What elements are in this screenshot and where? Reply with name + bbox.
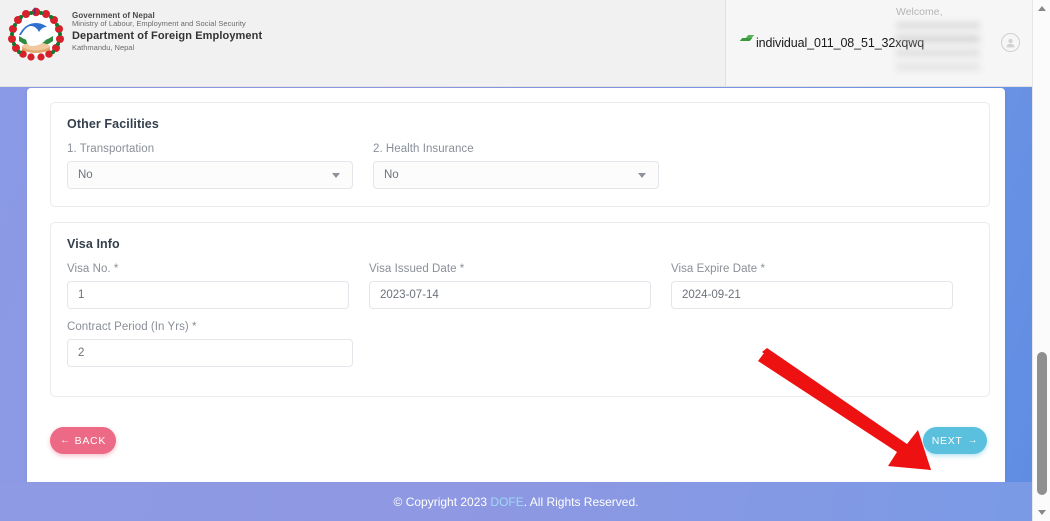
field-contract-period: Contract Period (In Yrs) * 2 — [67, 321, 353, 367]
visa-info-panel: Visa Info Visa No. * 1 Visa Issued Date … — [50, 222, 990, 397]
welcome-block: Welcome, — [896, 6, 988, 76]
field-transportation: 1. Transportation No — [67, 143, 353, 189]
scroll-down-arrow-icon[interactable] — [1033, 504, 1050, 521]
visa-field-row-2: Contract Period (In Yrs) * 2 — [51, 309, 989, 367]
chevron-down-icon — [638, 172, 646, 178]
label-health-insurance: 2. Health Insurance — [373, 143, 474, 155]
back-button[interactable]: ← BACK — [50, 427, 116, 454]
field-visa-no: Visa No. * 1 — [67, 263, 349, 309]
next-button-label: NEXT — [931, 434, 963, 447]
brand-block: Government of Nepal Ministry of Labour, … — [0, 0, 262, 86]
brand-line-ministry: Ministry of Labour, Employment and Socia… — [72, 19, 246, 29]
select-health-insurance-value: No — [384, 169, 399, 181]
user-circle-icon[interactable] — [1001, 33, 1020, 52]
form-action-row: ← BACK NEXT → — [27, 418, 1005, 478]
visa-field-row-1: Visa No. * 1 Visa Issued Date * 2023-07-… — [51, 251, 989, 309]
user-name-redacted — [896, 22, 980, 76]
facilities-field-row: 1. Transportation No 2. Health Insurance… — [51, 131, 989, 189]
label-visa-issued-date: Visa Issued Date * — [369, 263, 465, 275]
nepal-emblem-icon — [8, 7, 64, 61]
user-tile[interactable]: individual_011_08_51_32xqwq5i ind Welcom… — [725, 0, 1032, 86]
site-header: Government of Nepal Ministry of Labour, … — [0, 0, 1032, 87]
brand-line-location: Kathmandu, Nepal — [72, 43, 135, 53]
input-visa-issued-date[interactable]: 2023-07-14 — [369, 281, 651, 309]
label-transportation: 1. Transportation — [67, 143, 155, 155]
back-button-label: BACK — [74, 434, 107, 447]
input-contract-period-value: 2 — [78, 347, 85, 359]
copyright-brand[interactable]: DOFE — [490, 495, 523, 509]
chevron-down-icon — [332, 172, 340, 178]
field-health-insurance: 2. Health Insurance No — [373, 143, 659, 189]
copyright-prefix: © Copyright 2023 — [393, 494, 491, 509]
input-visa-expire-date[interactable]: 2024-09-21 — [671, 281, 953, 309]
arrow-right-icon: → — [967, 435, 979, 446]
visa-info-title: Visa Info — [67, 237, 120, 251]
select-transportation[interactable]: No — [67, 161, 353, 189]
site-footer: © Copyright 2023 DOFE. All Rights Reserv… — [0, 482, 1032, 521]
input-visa-expire-date-value: 2024-09-21 — [682, 289, 741, 301]
other-facilities-title: Other Facilities — [67, 117, 159, 131]
label-contract-period: Contract Period (In Yrs) * — [67, 321, 197, 333]
arrow-left-icon: ← — [59, 435, 71, 446]
field-visa-issued-date: Visa Issued Date * 2023-07-14 — [369, 263, 651, 309]
next-button[interactable]: NEXT → — [923, 427, 987, 454]
header-spacer — [262, 0, 725, 86]
copyright-suffix: . All Rights Reserved. — [523, 494, 639, 509]
scroll-up-arrow-icon[interactable] — [1033, 0, 1050, 17]
browser-viewport: Government of Nepal Ministry of Labour, … — [0, 0, 1050, 521]
input-visa-no[interactable]: 1 — [67, 281, 349, 309]
scrollbar-thumb[interactable] — [1037, 352, 1047, 495]
field-visa-expire-date: Visa Expire Date * 2024-09-21 — [671, 263, 953, 309]
welcome-label: Welcome, — [896, 6, 943, 18]
page-content-area: Other Facilities 1. Transportation No 2.… — [0, 87, 1032, 521]
input-contract-period[interactable]: 2 — [67, 339, 353, 367]
browser-scrollbar[interactable] — [1032, 0, 1050, 521]
label-visa-expire-date: Visa Expire Date * — [671, 263, 766, 275]
other-facilities-panel: Other Facilities 1. Transportation No 2.… — [50, 102, 990, 207]
brand-line-department: Department of Foreign Employment — [72, 30, 263, 43]
select-health-insurance[interactable]: No — [373, 161, 659, 189]
copyright-text: © Copyright 2023 DOFE. All Rights Reserv… — [394, 495, 639, 509]
select-transportation-value: No — [78, 169, 93, 181]
input-visa-no-value: 1 — [78, 289, 85, 301]
input-visa-issued-date-value: 2023-07-14 — [380, 289, 439, 301]
image-thumbnail-icon — [740, 34, 754, 44]
label-visa-no: Visa No. * — [67, 263, 119, 275]
form-card: Other Facilities 1. Transportation No 2.… — [27, 88, 1005, 492]
